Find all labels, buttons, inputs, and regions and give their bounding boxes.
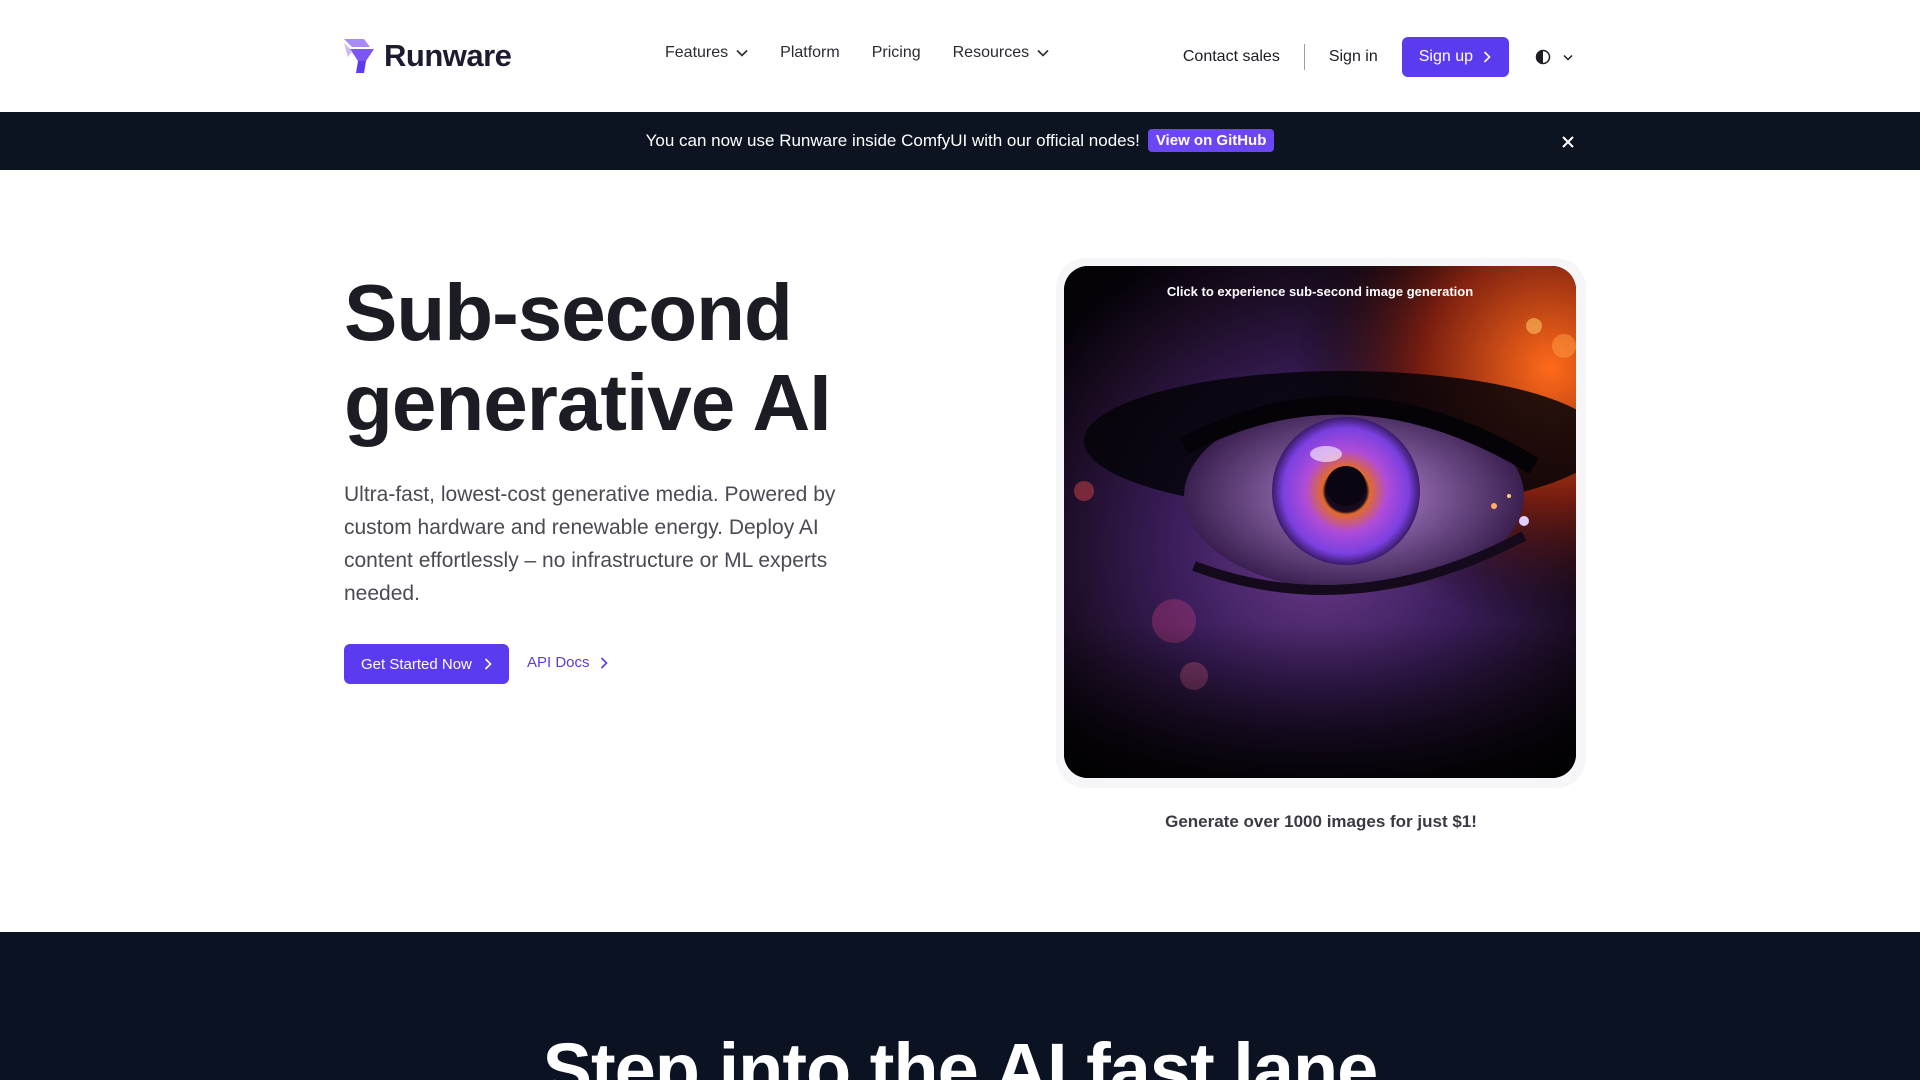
api-docs-link[interactable]: API Docs bbox=[527, 654, 608, 671]
chevron-right-icon bbox=[1483, 51, 1491, 63]
nav-resources[interactable]: Resources bbox=[953, 44, 1049, 62]
chevron-right-icon bbox=[484, 658, 492, 670]
get-started-button[interactable]: Get Started Now bbox=[344, 644, 509, 684]
nav-pricing[interactable]: Pricing bbox=[872, 44, 921, 62]
theme-toggle[interactable] bbox=[1535, 49, 1573, 65]
site-header: Runware Features Platform Pricing Resour… bbox=[0, 0, 1920, 112]
nav-pricing-label: Pricing bbox=[871, 44, 921, 61]
banner-text: You can now use Runware inside ComfyUI w… bbox=[645, 130, 1140, 150]
sign-up-button[interactable]: Sign up bbox=[1401, 37, 1509, 77]
hero-subtitle: Ultra-fast, lowest-cost generative media… bbox=[344, 483, 836, 605]
sign-up-label: Sign up bbox=[1418, 48, 1473, 65]
contact-sales-link[interactable]: Contact sales bbox=[1183, 48, 1280, 66]
brand-logo[interactable]: Runware bbox=[344, 38, 512, 74]
nav-platform[interactable]: Platform bbox=[780, 44, 840, 62]
get-started-label: Get Started Now bbox=[361, 655, 472, 673]
nav-features[interactable]: Features bbox=[665, 44, 748, 62]
demo-caption: Click to experience sub-second image gen… bbox=[1166, 284, 1474, 299]
main-nav: Features Platform Pricing Resources bbox=[665, 44, 1049, 62]
hero-title: Sub-second generative AI bbox=[344, 268, 944, 448]
close-icon[interactable] bbox=[1560, 134, 1576, 150]
chevron-down-icon bbox=[736, 49, 748, 57]
nav-platform-label: Platform bbox=[780, 44, 840, 61]
runware-logo-icon bbox=[344, 39, 374, 73]
sign-in-link[interactable]: Sign in bbox=[1329, 48, 1378, 66]
pricing-note: Generate over 1000 images for just $1! bbox=[1165, 812, 1477, 831]
brand-name: Runware bbox=[384, 38, 512, 73]
hero-title-line-1: Sub-second bbox=[344, 268, 793, 357]
view-on-github-button[interactable]: View on GitHub bbox=[1147, 129, 1275, 152]
header-divider bbox=[1303, 44, 1305, 70]
chevron-right-icon bbox=[600, 656, 608, 669]
announcement-banner: You can now use Runware inside ComfyUI w… bbox=[0, 112, 1920, 170]
banner-content: You can now use Runware inside ComfyUI w… bbox=[0, 129, 1920, 152]
nav-features-label: Features bbox=[665, 44, 729, 61]
eye-image bbox=[1064, 266, 1576, 778]
hero-title-line-2: generative AI bbox=[344, 358, 831, 447]
api-docs-label: API Docs bbox=[527, 654, 590, 671]
nav-resources-label: Resources bbox=[952, 44, 1030, 61]
fast-lane-section: Step into the AI fast lane bbox=[0, 932, 1920, 1080]
chevron-down-icon bbox=[1563, 54, 1573, 61]
chevron-down-icon bbox=[1037, 49, 1049, 57]
image-generation-demo[interactable]: Click to experience sub-second image gen… bbox=[1064, 266, 1576, 778]
header-actions: Contact sales Sign in Sign up bbox=[1183, 37, 1573, 77]
half-circle-icon bbox=[1535, 49, 1551, 65]
fast-lane-title: Step into the AI fast lane bbox=[542, 1028, 1379, 1080]
